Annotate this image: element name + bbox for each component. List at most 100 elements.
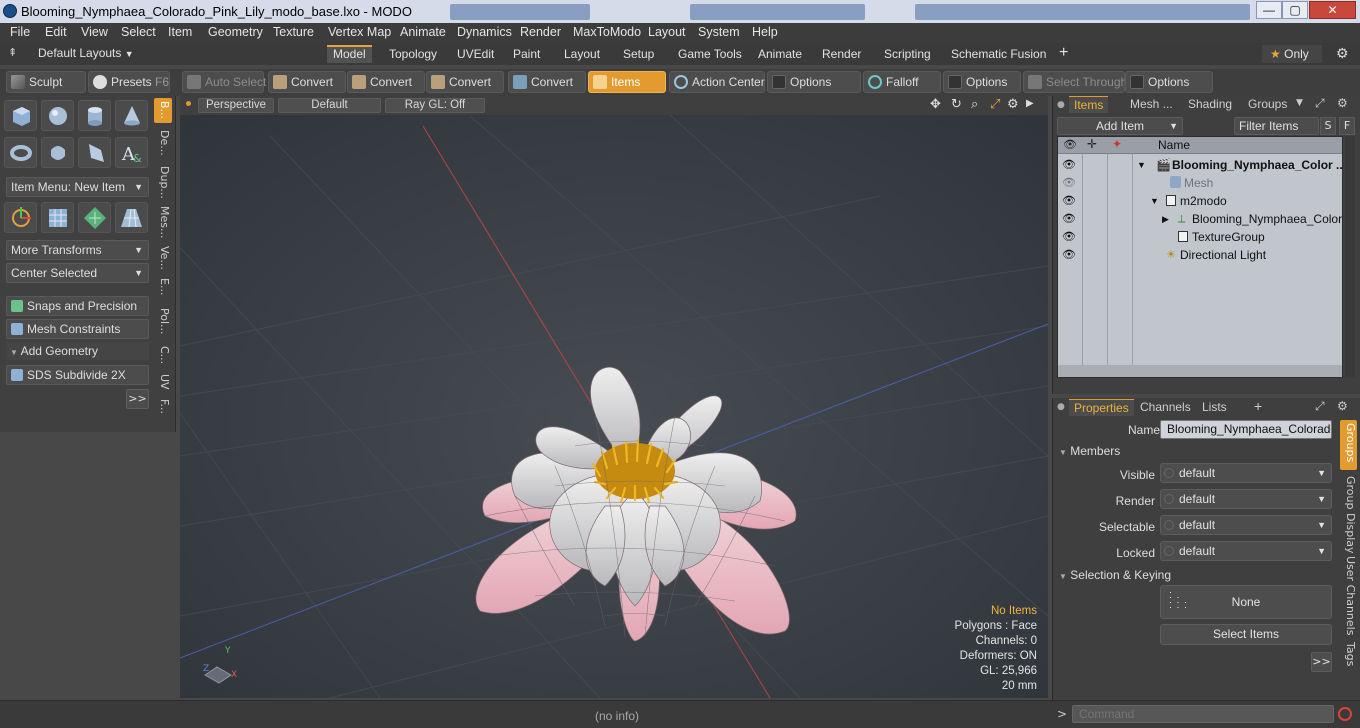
only-toggle[interactable]: ★ Only	[1262, 45, 1322, 63]
select-through-options-button[interactable]: Options	[1125, 71, 1213, 93]
convert-edges-button[interactable]: Convert	[347, 71, 425, 93]
viewport-menu-arrow-icon[interactable]: ▶	[1026, 98, 1034, 109]
eye-icon[interactable]: 👁	[1062, 210, 1076, 228]
item-tree[interactable]: 👁 ✛ ✦ Name 👁 ▼ 🎬 Blooming_Nymphaea_Color…	[1057, 136, 1343, 378]
side-tab-group-display[interactable]: Group Display	[1341, 476, 1357, 554]
tab-items[interactable]: Items	[1069, 96, 1109, 113]
vtab-duplicate[interactable]: Dup...	[155, 166, 171, 199]
mesh-constraints-button[interactable]: Mesh Constraints	[6, 319, 149, 339]
name-input[interactable]: Blooming_Nymphaea_Colorado_P	[1160, 420, 1332, 439]
tab-render[interactable]: Render	[816, 45, 867, 63]
menu-texture[interactable]: Texture	[273, 25, 314, 39]
tab-scripting[interactable]: Scripting	[878, 45, 937, 63]
capsule-primitive-button[interactable]	[41, 137, 74, 168]
menu-geometry[interactable]: Geometry	[208, 25, 263, 39]
item-row-texturegroup[interactable]: 👁 TextureGroup	[1058, 228, 1342, 246]
3d-viewport[interactable]: Y Z X Perspective Default Ray GL: Off ✥ …	[180, 96, 1048, 698]
eye-icon[interactable]: 👁	[1062, 192, 1076, 210]
side-tab-tags[interactable]: Tags	[1341, 642, 1357, 666]
eye-icon[interactable]: 👁	[1062, 246, 1076, 264]
tab-setup[interactable]: Setup	[617, 45, 660, 63]
cube-primitive-button[interactable]	[4, 100, 37, 131]
zoom-icon[interactable]: ⌕	[971, 97, 978, 112]
add-item-button[interactable]: Add Item ▼	[1057, 117, 1183, 135]
select-items-button[interactable]: Select Items	[1160, 624, 1332, 645]
raygl-toggle[interactable]: Ray GL: Off	[385, 98, 485, 113]
command-input[interactable]	[1072, 705, 1334, 723]
torus-primitive-button[interactable]	[4, 137, 37, 168]
pan-icon[interactable]: ✥	[930, 97, 941, 112]
perspective-dropdown[interactable]: Perspective	[198, 98, 274, 113]
tab-shading[interactable]: Shading	[1183, 96, 1237, 113]
vtab-uv[interactable]: UV	[155, 374, 171, 390]
tab-lists[interactable]: Lists	[1197, 399, 1232, 416]
items-mode-button[interactable]: Items	[588, 71, 666, 93]
tab-mesh[interactable]: Mesh ...	[1125, 96, 1178, 113]
render-dropdown[interactable]: default ▼	[1160, 489, 1332, 509]
item-row-m2modo[interactable]: 👁 ▼ m2modo	[1058, 192, 1342, 210]
shading-dropdown[interactable]: Default	[278, 98, 381, 113]
uv-map-button[interactable]	[78, 202, 111, 233]
menu-help[interactable]: Help	[752, 25, 778, 39]
add-tab-button[interactable]: +	[1053, 45, 1074, 63]
add-geometry-section[interactable]: ▼ Add Geometry	[6, 342, 149, 360]
menu-vertex-map[interactable]: Vertex Map	[328, 25, 391, 39]
menu-select[interactable]: Select	[121, 25, 156, 39]
transform-button[interactable]	[4, 202, 37, 233]
menu-system[interactable]: System	[698, 25, 740, 39]
pen-tool-button[interactable]	[78, 137, 111, 168]
action-center-button[interactable]: Action Center	[669, 71, 765, 93]
menu-render[interactable]: Render	[520, 25, 561, 39]
close-button[interactable]: ✕	[1309, 1, 1356, 19]
tab-topology[interactable]: Topology	[383, 45, 443, 63]
action-center-options-button[interactable]: Options	[767, 71, 861, 93]
text-tool-button[interactable]: A &	[115, 137, 148, 168]
menu-view[interactable]: View	[81, 25, 108, 39]
convert-polygons-button[interactable]: Convert	[426, 71, 504, 93]
select-through-button[interactable]: Select Through	[1023, 71, 1127, 93]
tab-groups[interactable]: Groups	[1243, 96, 1292, 113]
more-transforms-dropdown[interactable]: More Transforms ▼	[6, 240, 149, 260]
maximize-viewport-icon[interactable]: ⤢	[990, 97, 1000, 112]
falloff-options-button[interactable]: Options	[943, 71, 1021, 93]
gear-icon[interactable]: ⚙	[1336, 45, 1349, 62]
panel-expand-icon[interactable]: ⤢	[1315, 399, 1325, 414]
vtab-vertex[interactable]: Ve...	[155, 246, 171, 270]
vtab-basic[interactable]: B...	[155, 101, 171, 119]
snaps-precision-button[interactable]: Snaps and Precision	[6, 296, 149, 316]
tab-uvedit[interactable]: UVEdit	[451, 45, 500, 63]
grid-button[interactable]	[41, 202, 74, 233]
collapse-arrow-icon[interactable]: ▶	[1162, 210, 1169, 228]
vtab-curve[interactable]: C...	[155, 346, 171, 364]
selection-keying-section[interactable]: ▼ Selection & Keying	[1059, 568, 1171, 582]
tab-game-tools[interactable]: Game Tools	[672, 45, 748, 63]
none-keying-button[interactable]: · · · · · · · · · None	[1160, 585, 1332, 619]
side-tab-groups[interactable]: Groups	[1341, 423, 1357, 462]
eye-icon[interactable]: 👁	[1062, 156, 1076, 174]
default-layouts-dropdown[interactable]: Default Layouts ▼	[38, 46, 134, 60]
menu-dynamics[interactable]: Dynamics	[457, 25, 512, 39]
selectable-dropdown[interactable]: default ▼	[1160, 515, 1332, 535]
item-menu-dropdown[interactable]: Item Menu: New Item ▼	[6, 177, 149, 197]
cone-primitive-button[interactable]	[115, 100, 148, 131]
panel-gear-icon[interactable]: ⚙	[1337, 399, 1348, 413]
add-tab-button[interactable]: +	[1249, 398, 1267, 415]
vtab-edge[interactable]: E...	[155, 278, 171, 295]
item-row-directional-light[interactable]: 👁 ☀ Directional Light	[1058, 246, 1342, 264]
vtab-fusion[interactable]: F...	[155, 399, 171, 414]
menu-maxtomodo[interactable]: MaxToModo	[573, 25, 641, 39]
center-selected-dropdown[interactable]: Center Selected ▼	[6, 263, 149, 283]
presets-button[interactable]: Presets F6	[88, 71, 170, 93]
vtab-mesh-edit[interactable]: Mes...	[155, 206, 171, 238]
layout-expand-icon[interactable]: ⇞	[8, 46, 22, 60]
item-row-mesh[interactable]: 👁 Mesh	[1058, 174, 1342, 192]
sculpt-button[interactable]: Sculpt	[6, 71, 86, 93]
viewport-options-icon[interactable]	[186, 101, 191, 106]
record-macro-icon[interactable]	[1338, 707, 1352, 721]
side-tab-user-channels[interactable]: User Channels	[1341, 556, 1357, 635]
members-section[interactable]: ▼ Members	[1059, 444, 1120, 458]
rotate-icon[interactable]: ↻	[951, 97, 962, 112]
visible-dropdown[interactable]: default ▼	[1160, 463, 1332, 483]
expand-arrow-icon[interactable]: ▼	[1150, 192, 1159, 210]
falloff-button[interactable]: Falloff	[863, 71, 941, 93]
